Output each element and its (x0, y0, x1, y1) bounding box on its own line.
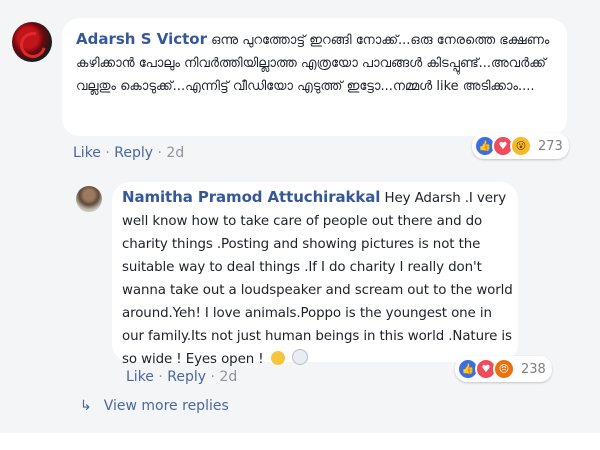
reply-text: Hey Adarsh .I very well know how to take… (122, 191, 513, 367)
separator: · (157, 145, 162, 161)
reply-button[interactable]: Reply (167, 369, 206, 385)
timestamp[interactable]: 2d (219, 369, 237, 385)
timestamp[interactable]: 2d (166, 145, 184, 161)
comment-actions: Like · Reply · 2d (73, 145, 184, 161)
like-button[interactable]: Like (126, 369, 154, 385)
reaction-count: 238 (521, 361, 546, 377)
reply-button[interactable]: Reply (114, 145, 153, 161)
reply-author[interactable]: Namitha Pramod Attuchirakkal (122, 188, 380, 206)
view-more-replies-link[interactable]: ↳ View more replies (80, 398, 229, 414)
reaction-summary[interactable]: 👍 ♥ 😠 238 (455, 356, 552, 382)
reaction-summary[interactable]: 👍 ♥ 😮 273 (472, 133, 569, 159)
like-button[interactable]: Like (73, 145, 101, 161)
reply-arrow-icon: ↳ (80, 398, 92, 414)
angel-emoji-icon (270, 351, 285, 365)
ghost-emoji-icon (291, 349, 308, 365)
comments-panel: Adarsh S Victor ഒന്നു പുറത്തോട്ട് ഇറങ്ങി… (0, 0, 600, 433)
view-more-label: View more replies (103, 398, 229, 414)
wow-reaction-icon: 😮 (510, 135, 532, 157)
reply-body: Namitha Pramod Attuchirakkal Hey Adarsh … (122, 186, 514, 371)
separator: · (105, 145, 110, 161)
comment-bubble: Adarsh S Victor ഒന്നു പുറത്തോട്ട് ഇറങ്ങി… (62, 18, 567, 136)
comment-body: Adarsh S Victor ഒന്നു പുറത്തോട്ട് ഇറങ്ങി… (76, 28, 556, 98)
comment-author[interactable]: Adarsh S Victor (76, 30, 207, 48)
avatar[interactable] (12, 22, 52, 62)
avatar[interactable] (76, 186, 102, 212)
reply-actions: Like · Reply · 2d (126, 369, 237, 385)
separator: · (158, 369, 163, 385)
separator: · (210, 369, 215, 385)
angry-reaction-icon: 😠 (493, 358, 515, 380)
reaction-count: 273 (538, 138, 563, 154)
reply-bubble: Namitha Pramod Attuchirakkal Hey Adarsh … (112, 182, 518, 367)
